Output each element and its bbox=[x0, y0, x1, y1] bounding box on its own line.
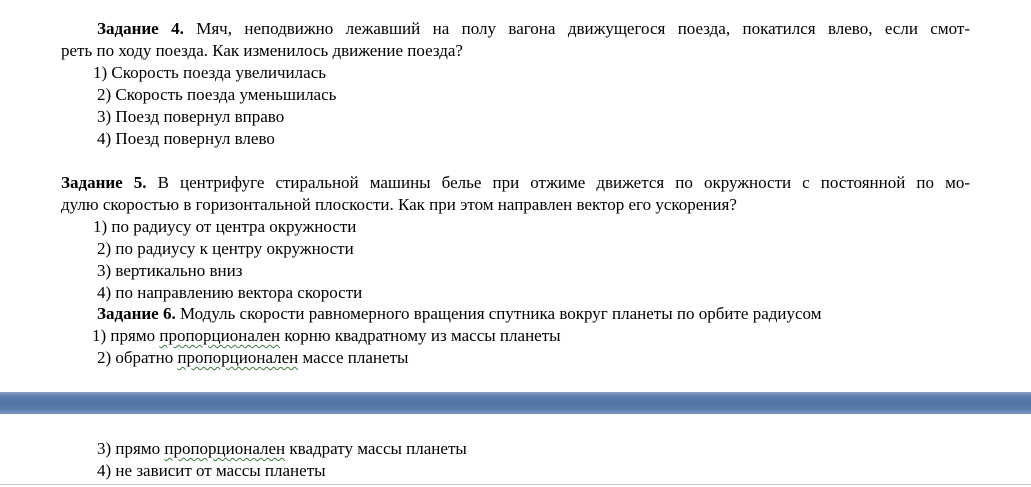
task5-option-4: 4) по направлению вектора скорости bbox=[97, 283, 363, 302]
page-break-separator bbox=[0, 392, 1031, 414]
task6-option-4: 4) не зависит от массы планеты bbox=[97, 460, 326, 482]
task6-option-3-rest: квадрату массы планеты bbox=[289, 439, 467, 458]
task4-option-3: 3) Поезд повернул вправо bbox=[97, 107, 285, 126]
task6-label: Задание 6. bbox=[97, 304, 176, 323]
task5-option-2: 2) по радиусу к центру окружности bbox=[97, 239, 354, 258]
document-page-top: Задание 4. Мяч, неподвижно лежавший на п… bbox=[0, 0, 1031, 392]
task5-option-1: 1) по радиусу от центра окружности bbox=[93, 217, 357, 236]
task4-option-4: 4) Поезд повернул влево bbox=[97, 129, 275, 148]
task4-option-1: 1) Скорость поезда увеличилась bbox=[93, 63, 326, 82]
task6-option-1: 1) прямо пропорционален корню квадратном… bbox=[92, 325, 561, 347]
task5-option-3: 3) вертикально вниз bbox=[97, 261, 243, 280]
task5-line1: Задание 5. В центрифуге стиральной машин… bbox=[61, 172, 970, 194]
task5-text-line1: В центрифуге стиральной машины белье при… bbox=[157, 173, 970, 192]
task6-option-2-word: пропорционален bbox=[177, 348, 299, 367]
task6-option-2: 2) обратно пропорционален массе планеты bbox=[97, 347, 408, 369]
task4-label: Задание 4. bbox=[97, 19, 184, 38]
task6-option-3-num: 3) прямо bbox=[97, 439, 161, 458]
task5-line2: дулю скоростью в горизонтальной плоскост… bbox=[61, 195, 737, 214]
task5-label: Задание 5. bbox=[61, 173, 147, 192]
task6-option-4-rest: не зависит от массы планеты bbox=[115, 461, 326, 480]
task6-text: Модуль скорости равномерного вращения сп… bbox=[179, 304, 822, 323]
task6-option-3: 3) прямо пропорционален квадрату массы п… bbox=[97, 438, 467, 460]
task4-text-line1: Мяч, неподвижно лежавший на полу вагона … bbox=[196, 19, 970, 38]
task6-option-1-word: пропорционален bbox=[159, 326, 281, 345]
task6-option-4-num: 4) bbox=[97, 461, 112, 480]
task4-line1: Задание 4. Мяч, неподвижно лежавший на п… bbox=[97, 18, 970, 40]
document-page-bottom: 3) прямо пропорционален квадрату массы п… bbox=[0, 414, 1031, 487]
task4-option-2: 2) Скорость поезда уменьшилась bbox=[97, 85, 337, 104]
task6-option-3-word: пропорционален bbox=[164, 439, 286, 458]
task4-line2: реть по ходу поезда. Как изменилось движ… bbox=[61, 41, 463, 60]
task6-option-2-rest: массе планеты bbox=[302, 348, 409, 367]
task6-option-2-num: 2) обратно bbox=[97, 348, 174, 367]
task6-line1: Задание 6. Модуль скорости равномерного … bbox=[97, 303, 821, 325]
task6-option-1-num: 1) прямо bbox=[92, 326, 156, 345]
task6-option-1-rest: корню квадратному из массы планеты bbox=[284, 326, 561, 345]
